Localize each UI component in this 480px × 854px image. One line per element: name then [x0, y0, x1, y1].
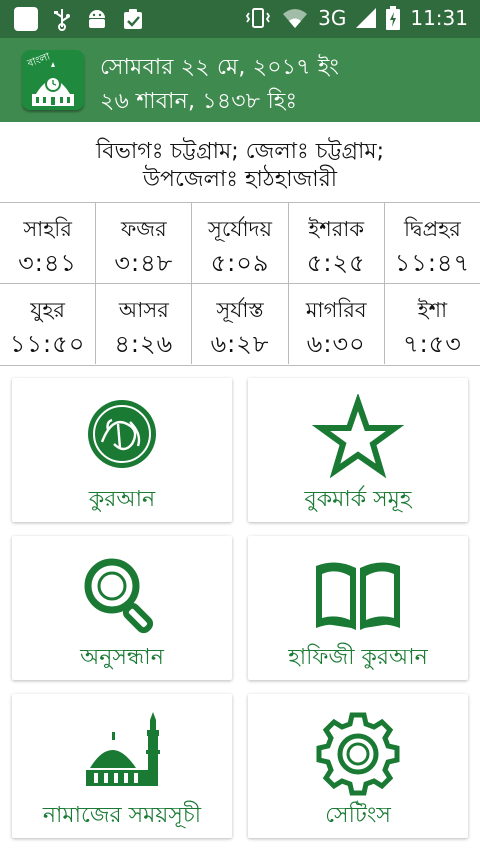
prayer-name: সূর্যাস্ত	[216, 298, 264, 322]
prayer-name: ফজর	[120, 217, 167, 241]
prayer-name: মাগরিব	[305, 298, 367, 322]
menu-card-prayer-schedule[interactable]: নামাজের সময়সূচী	[12, 694, 232, 838]
prayer-time: ৭:৫৩	[402, 330, 462, 358]
menu-card-quran[interactable]: কুরআন	[12, 378, 232, 522]
prayer-name: ইশরাক	[308, 217, 365, 241]
prayer-time-cell: ইশা ৭:৫৩	[385, 284, 480, 364]
prayer-time: ৬:৩০	[306, 330, 366, 358]
menu-card-settings[interactable]: সেটিংস	[248, 694, 468, 838]
prayer-name: সূর্যোদয়	[208, 217, 272, 241]
magnifier-icon	[84, 558, 154, 634]
menu-label: অনুসন্ধান	[80, 645, 164, 670]
mosque-icon	[86, 712, 160, 786]
prayer-time-cell: মাগরিব ৬:৩০	[289, 284, 385, 364]
prayer-time-cell: সূর্যাস্ত ৬:২৮	[192, 284, 289, 364]
prayer-time-cell: দ্বিপ্রহর ১১:৪৭	[385, 203, 480, 283]
location-info: বিভাগঃ চট্টগ্রাম; জেলাঃ চট্টগ্রাম; উপজেল…	[0, 138, 480, 194]
clock: 11:31	[410, 6, 468, 30]
svg-text:বাংলা: বাংলা	[25, 51, 52, 70]
menu-label: বুকমার্ক সমূহ	[304, 487, 412, 512]
prayer-name: ইশা	[417, 298, 448, 322]
signal-icon	[356, 8, 377, 28]
wifi-icon	[283, 9, 308, 28]
menu-card-bookmarks[interactable]: বুকমার্ক সমূহ	[248, 378, 468, 522]
quran-icon	[88, 400, 156, 468]
status-bar: 3G 11:31	[0, 0, 480, 38]
menu-label: কুরআন	[88, 487, 156, 512]
prayer-time: ৪:২৬	[114, 330, 174, 358]
prayer-times-row: সাহরি ৩:৪১ ফজর ৩:৪৮ সূর্যোদয় ৫:০৯ ইশরাক ৫:২…	[0, 203, 480, 284]
menu-label: সেটিংস	[325, 803, 391, 828]
menu-card-hafizi-quran[interactable]: হাফিজী কুরআন	[248, 536, 468, 680]
prayer-time-cell: ফজর ৩:৪৮	[96, 203, 193, 283]
app-logo[interactable]: বাংলা	[22, 50, 84, 110]
gear-icon	[316, 712, 400, 796]
gregorian-date: সোমবার ২২ মে, ২০১৭ ইং	[100, 55, 339, 80]
prayer-time-cell: আসর ৪:২৬	[96, 284, 193, 364]
star-icon	[311, 394, 405, 479]
prayer-time: ৫:২৫	[306, 249, 366, 277]
prayer-name: আসর	[118, 298, 169, 322]
prayer-time-cell: যুহর ১১:৫০	[0, 284, 97, 364]
android-icon	[89, 10, 105, 28]
prayer-time: ১১:৪৭	[394, 249, 471, 277]
prayer-time-cell: সাহরি ৩:৪১	[0, 203, 97, 283]
open-book-icon	[316, 562, 400, 630]
prayer-times-row: যুহর ১১:৫০ আসর ৪:২৬ সূর্যাস্ত ৬:২৮ মাগরিব ৬:…	[0, 284, 480, 364]
prayer-time: ৩:৪৮	[114, 249, 174, 277]
mosque-clock-icon: বাংলা	[25, 51, 74, 106]
notification-square-icon	[14, 7, 38, 31]
prayer-name: যুহর	[30, 298, 65, 322]
prayer-time-cell: সূর্যোদয় ৫:০৯	[192, 203, 289, 283]
location-upazila: উপজেলাঃ হাঠহাজারী	[142, 167, 338, 192]
prayer-times-table: সাহরি ৩:৪১ ফজর ৩:৪৮ সূর্যোদয় ৫:০৯ ইশরাক ৫:২…	[0, 202, 480, 366]
prayer-time: ৬:২৮	[210, 330, 270, 358]
menu-card-search[interactable]: অনুসন্ধান	[12, 536, 232, 680]
clipboard-check-icon	[124, 9, 142, 29]
prayer-name: সাহরি	[23, 217, 72, 241]
prayer-time: ৫:০৯	[210, 249, 270, 277]
vibrate-icon	[246, 8, 271, 28]
prayer-name: দ্বিপ্রহর	[404, 217, 461, 241]
app-header: বাংলা সোমবার ২২ মে, ২০১৭ ইং ২৬ শাবান, ১৪…	[0, 38, 480, 122]
menu-label: হাফিজী কুরআন	[288, 645, 428, 670]
location-division-district: বিভাগঃ চট্টগ্রাম; জেলাঃ চট্টগ্রাম;	[95, 139, 385, 164]
prayer-time: ৩:৪১	[18, 249, 78, 277]
prayer-time: ১১:৫০	[9, 330, 86, 358]
battery-charging-icon	[386, 6, 401, 30]
network-type: 3G	[318, 6, 347, 30]
menu-label: নামাজের সময়সূচী	[42, 803, 202, 828]
usb-icon	[54, 9, 70, 31]
prayer-time-cell: ইশরাক ৫:২৫	[289, 203, 385, 283]
hijri-date: ২৬ শাবান, ১৪৩৮ হিঃ	[100, 89, 298, 114]
